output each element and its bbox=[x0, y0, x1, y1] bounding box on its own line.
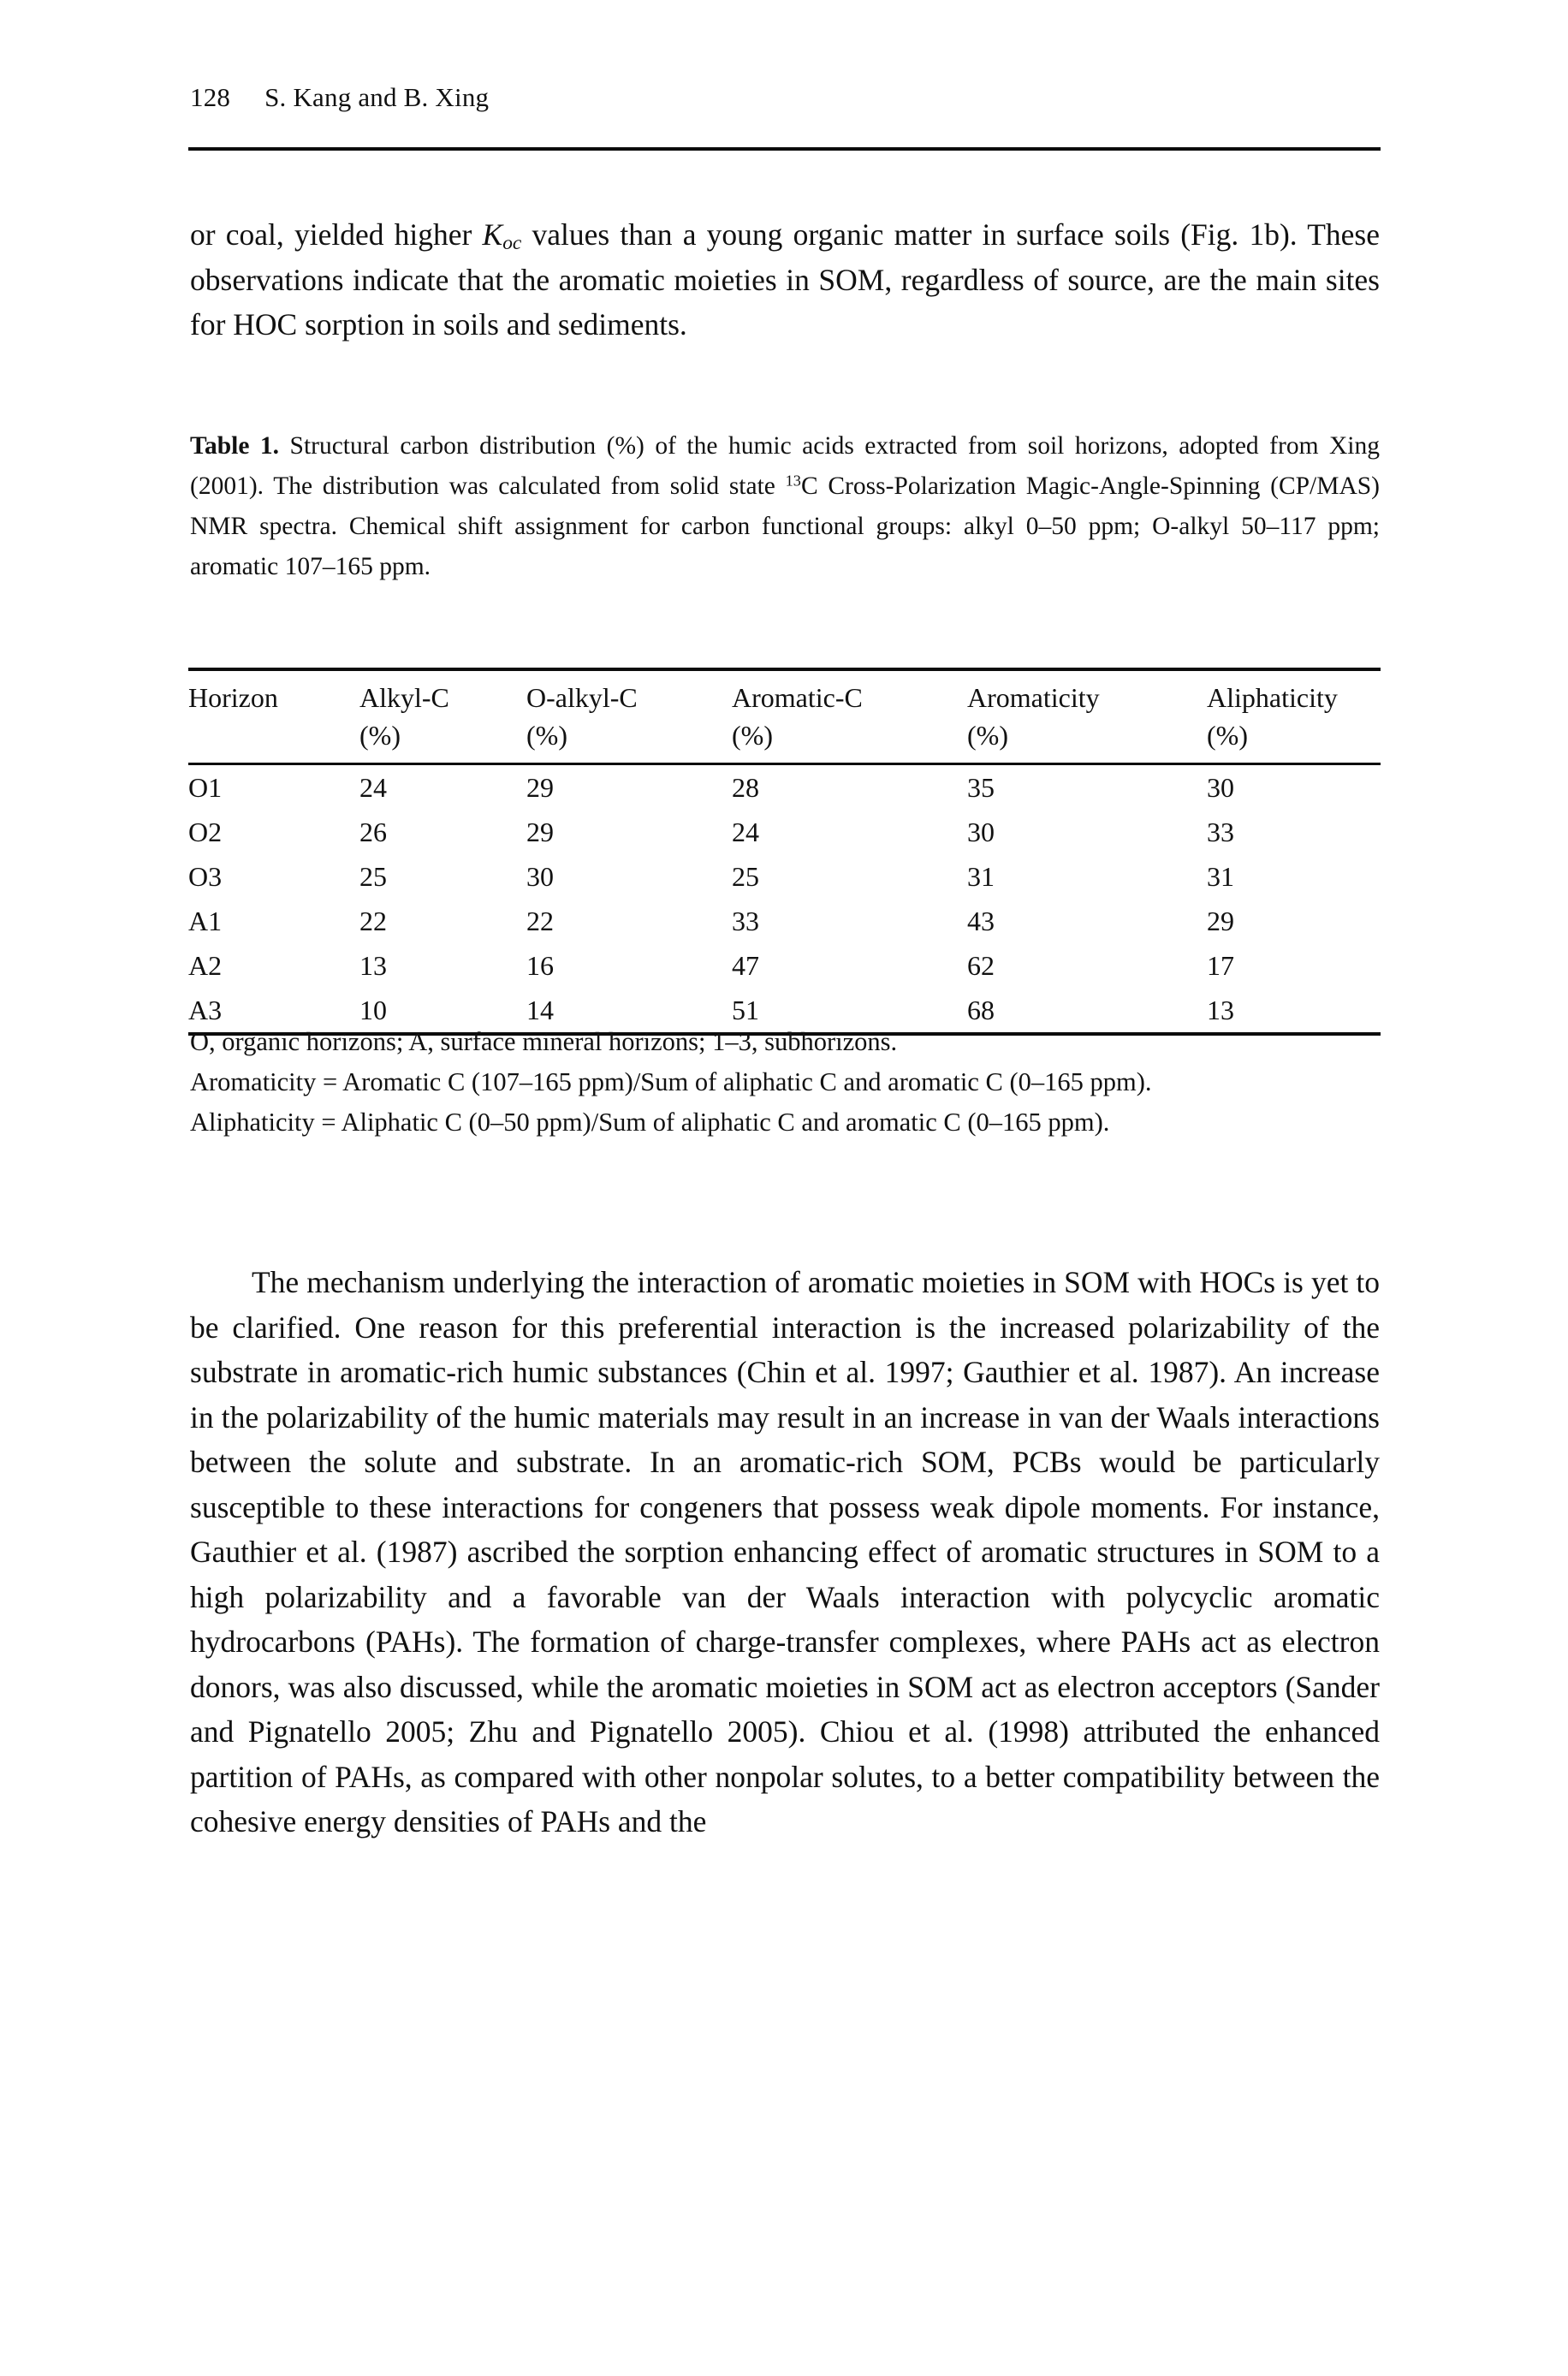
cell-aliphaticity: 33 bbox=[1207, 817, 1234, 847]
column-header-aromaticity-label: Aromaticity bbox=[967, 682, 1100, 713]
cell-alkyl-c: 13 bbox=[359, 950, 387, 981]
footnote-horizon-key: O, organic horizons; A, surface mineral … bbox=[190, 1027, 898, 1056]
column-header-aromaticity: Aromaticity (%) bbox=[967, 669, 1207, 764]
table-footnotes: O, organic horizons; A, surface mineral … bbox=[190, 1022, 1380, 1143]
running-head-rule bbox=[188, 147, 1381, 151]
cell-aliphaticity: 29 bbox=[1207, 906, 1234, 936]
cell-alkyl-c: 26 bbox=[359, 817, 387, 847]
koc-symbol: K bbox=[482, 217, 503, 252]
column-header-alkyl-c: Alkyl-C (%) bbox=[359, 669, 526, 764]
isotope-element: C bbox=[800, 472, 818, 500]
column-header-alkyl-c-unit: (%) bbox=[359, 720, 401, 751]
column-header-horizon: Horizon bbox=[188, 669, 359, 764]
footnote-aliphaticity-formula: Aliphaticity = Aliphatic C (0–50 ppm)/Su… bbox=[190, 1108, 1110, 1137]
column-header-aromatic-c-unit: (%) bbox=[732, 720, 773, 751]
column-header-o-alkyl-c-unit: (%) bbox=[526, 720, 567, 751]
table-body: O1 24 29 28 35 30 O2 26 29 24 30 33 O3 2… bbox=[188, 764, 1381, 1034]
table-caption-label: Table 1. bbox=[190, 432, 280, 460]
cell-horizon: O1 bbox=[188, 772, 223, 803]
cell-horizon: A1 bbox=[188, 906, 223, 936]
cell-aromatic-c: 28 bbox=[732, 772, 759, 803]
column-header-alkyl-c-label: Alkyl-C bbox=[359, 682, 449, 713]
table-header: Horizon Alkyl-C (%) O-alkyl-C (%) Aromat… bbox=[188, 669, 1381, 764]
cell-aromaticity: 30 bbox=[967, 817, 995, 847]
cell-aromatic-c: 47 bbox=[732, 950, 759, 981]
cell-aromatic-c: 25 bbox=[732, 861, 759, 892]
column-header-aromatic-c-label: Aromatic-C bbox=[732, 682, 863, 713]
table-header-row: Horizon Alkyl-C (%) O-alkyl-C (%) Aromat… bbox=[188, 669, 1381, 764]
table-row: O3 25 30 25 31 31 bbox=[188, 854, 1381, 899]
main-paragraph: The mechanism underlying the interaction… bbox=[190, 1260, 1380, 1844]
cell-o-alkyl-c: 29 bbox=[526, 772, 554, 803]
cell-aromatic-c: 24 bbox=[732, 817, 759, 847]
running-head: 128 S. Kang and B. Xing bbox=[190, 82, 1388, 113]
main-paragraph-text: The mechanism underlying the interaction… bbox=[190, 1265, 1380, 1838]
cell-aliphaticity: 31 bbox=[1207, 861, 1234, 892]
footnote-aromaticity-formula: Aromaticity = Aromatic C (107–165 ppm)/S… bbox=[190, 1067, 1152, 1096]
cell-horizon: A2 bbox=[188, 950, 223, 981]
cell-aromaticity: 35 bbox=[967, 772, 995, 803]
cell-o-alkyl-c: 16 bbox=[526, 950, 554, 981]
koc-subscript: oc bbox=[502, 232, 522, 255]
cell-aliphaticity: 17 bbox=[1207, 950, 1234, 981]
column-header-aromatic-c: Aromatic-C (%) bbox=[732, 669, 967, 764]
table-caption-text: Table 1. Structural carbon distribution … bbox=[190, 426, 1380, 587]
cell-alkyl-c: 24 bbox=[359, 772, 387, 803]
column-header-horizon-label: Horizon bbox=[188, 682, 278, 713]
cell-alkyl-c: 22 bbox=[359, 906, 387, 936]
cell-aliphaticity: 30 bbox=[1207, 772, 1234, 803]
cell-o-alkyl-c: 30 bbox=[526, 861, 554, 892]
table-row: A2 13 16 47 62 17 bbox=[188, 943, 1381, 988]
column-header-aliphaticity: Aliphaticity (%) bbox=[1207, 669, 1381, 764]
intro-paragraph-text: or coal, yielded higher Koc values than … bbox=[190, 212, 1380, 347]
table-row: A1 22 22 33 43 29 bbox=[188, 899, 1381, 943]
table-row: O1 24 29 28 35 30 bbox=[188, 764, 1381, 811]
cell-o-alkyl-c: 29 bbox=[526, 817, 554, 847]
intro-segment-1: or coal, yielded higher bbox=[190, 217, 483, 252]
cell-alkyl-c: 25 bbox=[359, 861, 387, 892]
table-1: Horizon Alkyl-C (%) O-alkyl-C (%) Aromat… bbox=[188, 668, 1381, 1036]
column-header-o-alkyl-c: O-alkyl-C (%) bbox=[526, 669, 732, 764]
document-page: 128 S. Kang and B. Xing or coal, yielded … bbox=[0, 0, 1568, 2376]
cell-aromaticity: 43 bbox=[967, 906, 995, 936]
table-caption: Table 1. Structural carbon distribution … bbox=[190, 426, 1380, 587]
cell-horizon: O2 bbox=[188, 817, 223, 847]
column-header-aliphaticity-unit: (%) bbox=[1207, 720, 1248, 751]
isotope-superscript: 13 bbox=[785, 472, 801, 490]
structural-carbon-table: Horizon Alkyl-C (%) O-alkyl-C (%) Aromat… bbox=[188, 668, 1381, 1036]
column-header-o-alkyl-c-label: O-alkyl-C bbox=[526, 682, 638, 713]
cell-horizon: O3 bbox=[188, 861, 223, 892]
column-header-aliphaticity-label: Aliphaticity bbox=[1207, 682, 1338, 713]
cell-aromaticity: 62 bbox=[967, 950, 995, 981]
cell-o-alkyl-c: 22 bbox=[526, 906, 554, 936]
cell-aromatic-c: 33 bbox=[732, 906, 759, 936]
table-row: O2 26 29 24 30 33 bbox=[188, 810, 1381, 854]
cell-aromaticity: 31 bbox=[967, 861, 995, 892]
running-head-authors: S. Kang and B. Xing bbox=[264, 82, 490, 112]
column-header-aromaticity-unit: (%) bbox=[967, 720, 1008, 751]
page-number: 128 bbox=[190, 82, 231, 112]
intro-paragraph: or coal, yielded higher Koc values than … bbox=[190, 212, 1380, 347]
